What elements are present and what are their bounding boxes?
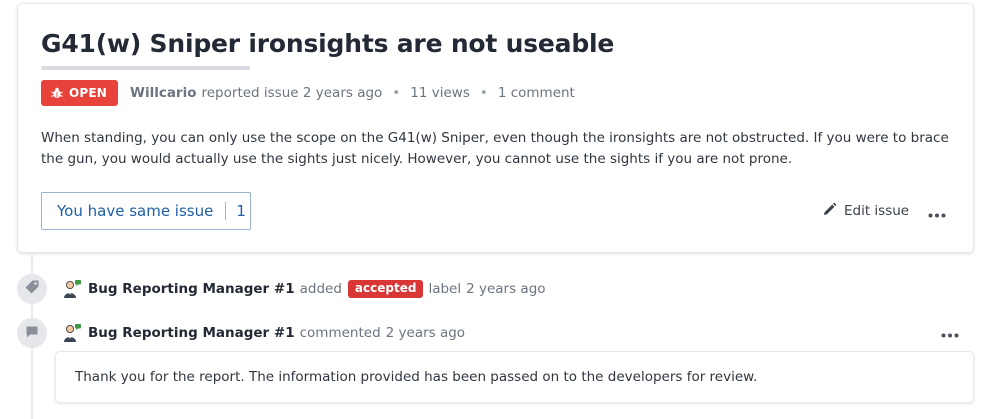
title-underline [41,66,250,70]
issue-card: G41(w) Sniper ironsights are not useable… [17,3,974,253]
reported-time: reported issue 2 years ago [201,85,383,101]
meta-separator: • [392,85,401,101]
meta-separator: • [479,85,488,101]
ellipsis-icon [928,203,946,222]
same-issue-count: 1 [236,202,246,220]
event-verb: commented [299,325,381,341]
tag-icon [24,279,40,299]
bug-icon [51,87,63,99]
same-issue-label: You have same issue [57,202,214,220]
issue-meta: OPEN Willcario reported issue 2 years ag… [41,80,575,106]
comment-card: Thank you for the report. The informatio… [55,351,974,403]
event-actor[interactable]: Bug Reporting Manager #1 [88,281,295,297]
event-suffix: label [428,281,462,297]
event-actor[interactable]: Bug Reporting Manager #1 [88,325,295,341]
timeline-event-label: Bug Reporting Manager #1 added accepted … [62,277,546,301]
avatar [62,323,82,343]
label-badge[interactable]: accepted [347,280,424,298]
comment-count[interactable]: 1 comment [498,85,575,101]
event-time: 2 years ago [466,281,546,297]
edit-issue-label: Edit issue [844,203,910,219]
ellipsis-icon [941,323,959,342]
comment-more-button[interactable] [938,325,962,339]
status-label: OPEN [69,86,108,100]
same-issue-button[interactable]: You have same issue 1 [41,192,251,230]
timeline-event-comment: Bug Reporting Manager #1 commented 2 yea… [62,321,465,345]
issue-title: G41(w) Sniper ironsights are not useable [41,29,615,58]
status-badge: OPEN [41,80,119,106]
pencil-icon [822,202,837,221]
more-options-button[interactable] [925,204,949,220]
timeline-comment-marker [17,318,47,348]
comment-body: Thank you for the report. The informatio… [75,369,758,385]
event-time: 2 years ago [385,325,466,341]
avatar [62,279,82,299]
issue-author[interactable]: Willcario [130,85,196,101]
view-count: 11 views [410,85,470,101]
edit-issue-button[interactable]: Edit issue [822,200,909,222]
button-divider [225,202,227,220]
timeline-tag-marker [17,274,47,304]
event-verb: added [299,281,342,297]
issue-description: When standing, you can only use the scop… [41,130,949,167]
comment-icon [25,324,39,343]
